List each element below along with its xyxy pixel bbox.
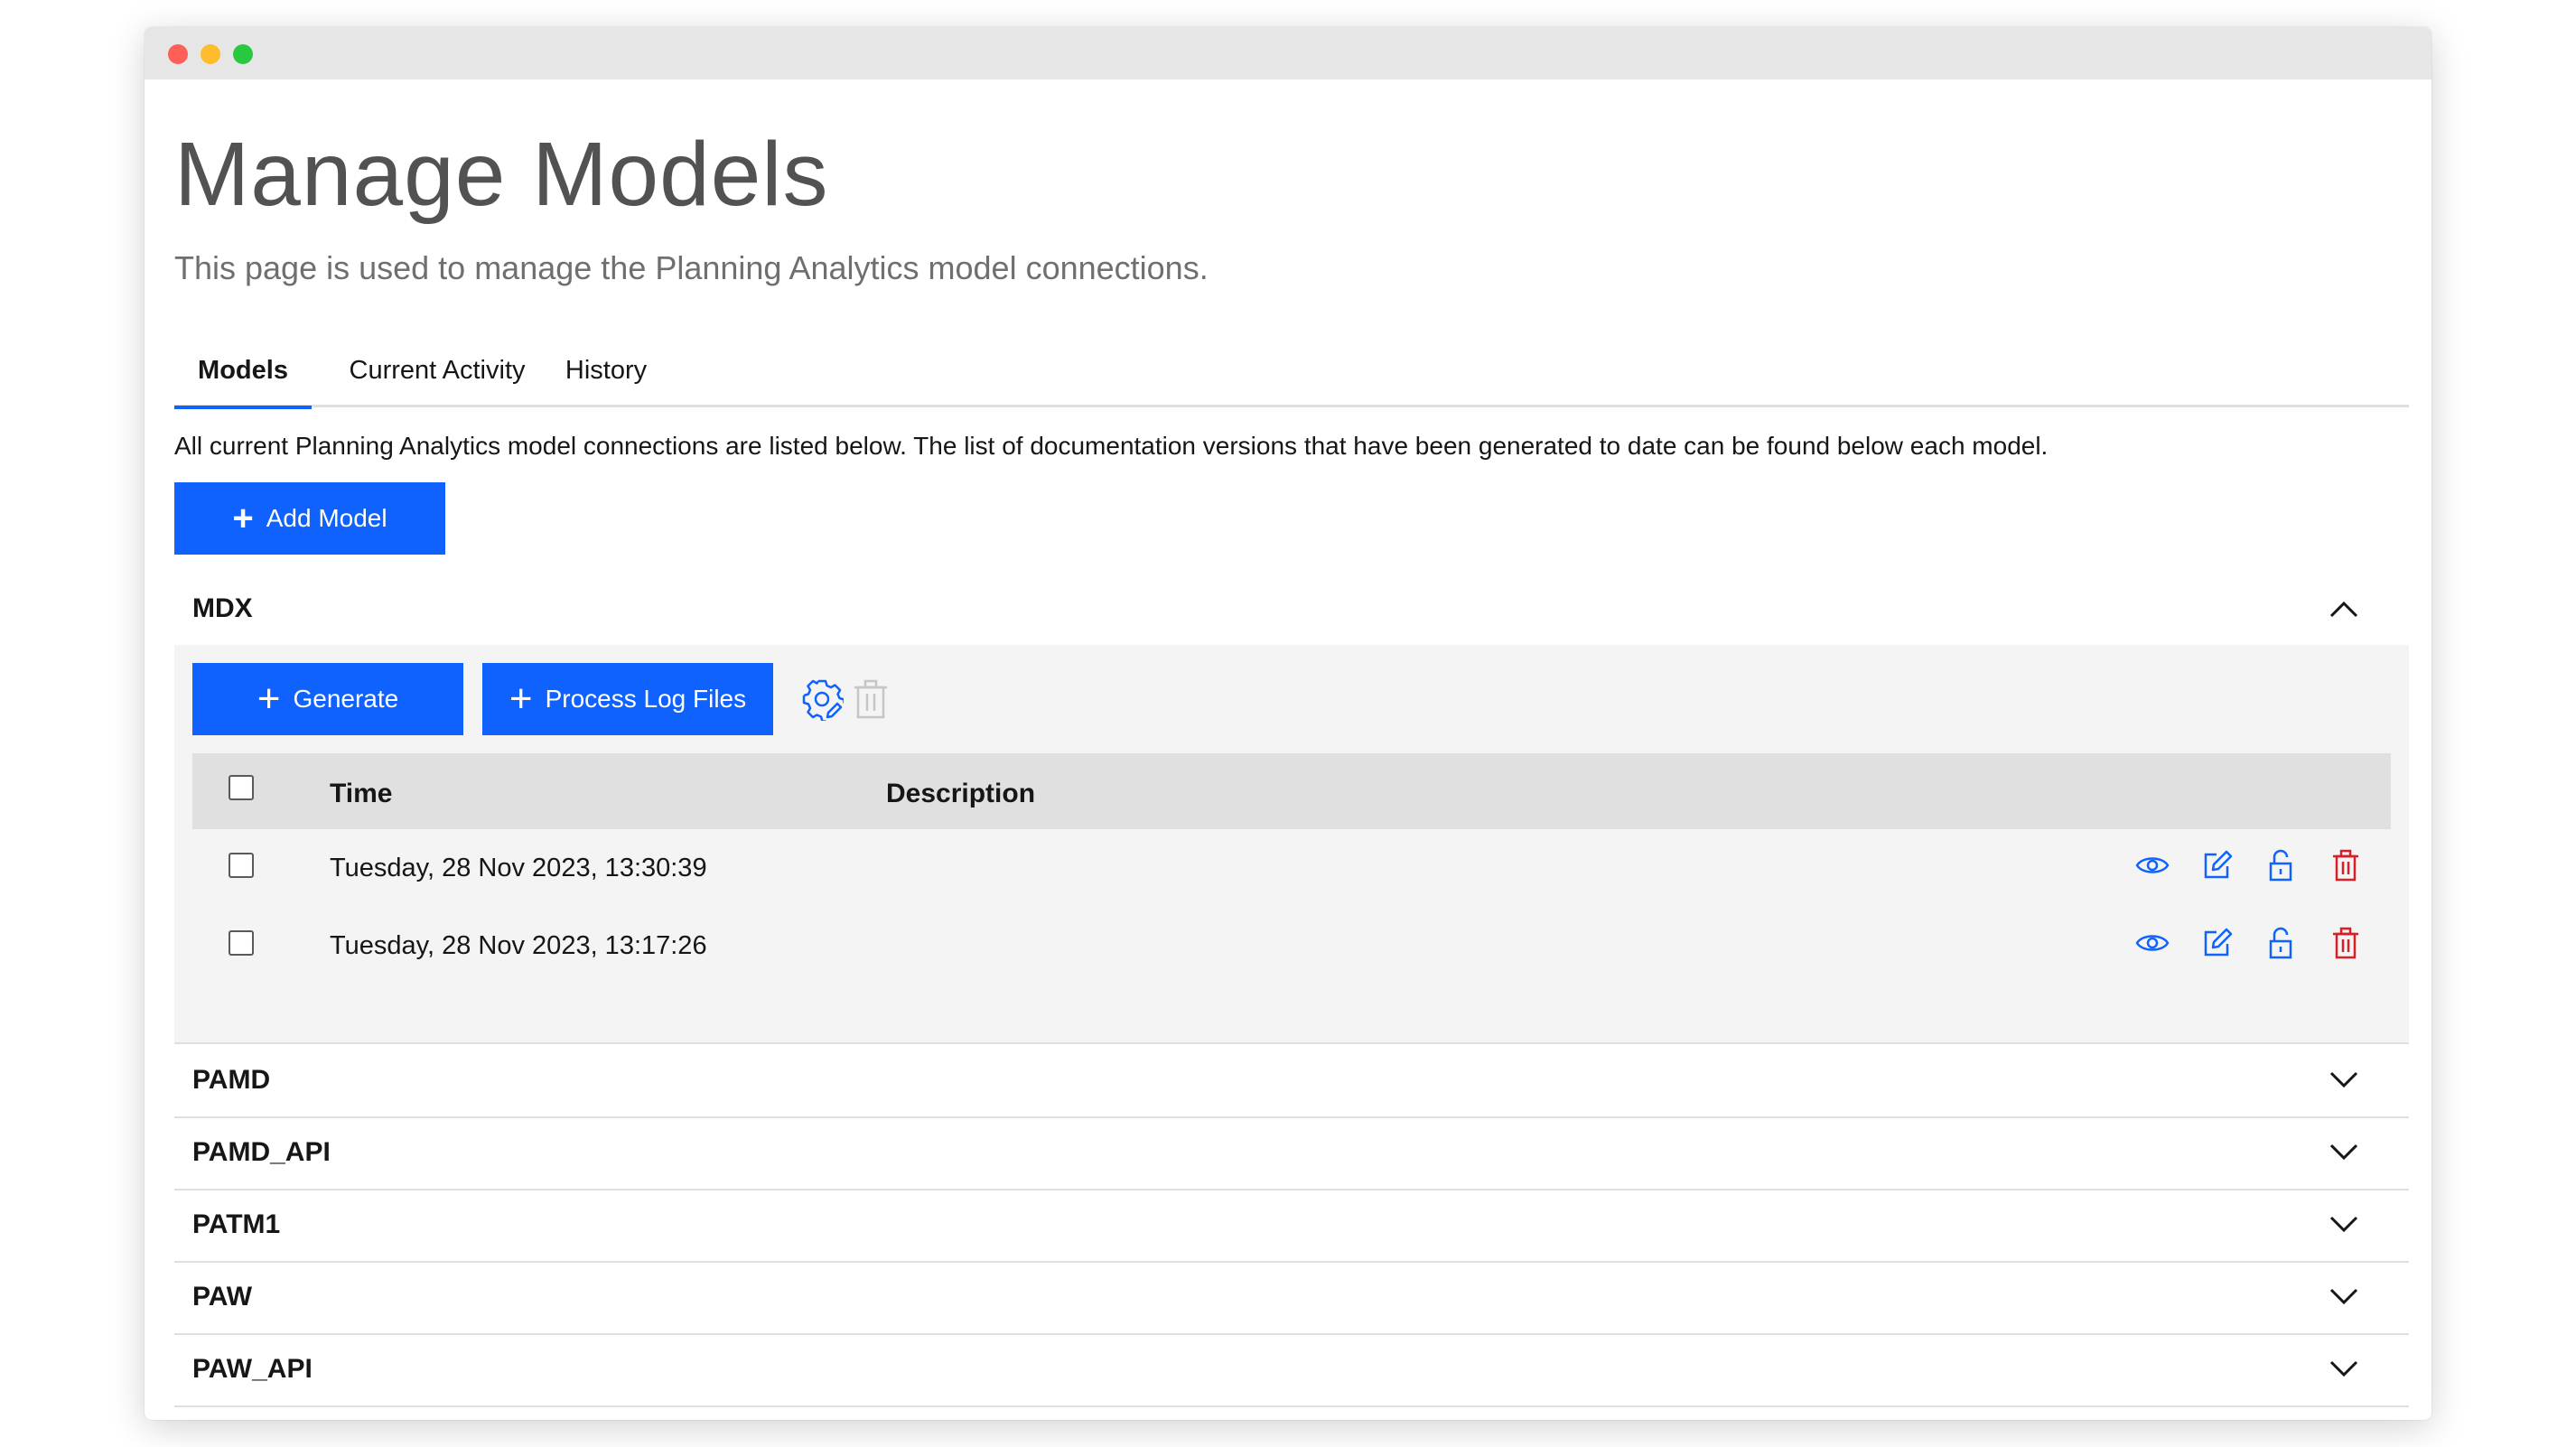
accordion-title: PAMD_API	[192, 1137, 331, 1167]
eye-icon	[2135, 935, 2170, 951]
accordion-header-pamd-api[interactable]: PAMD_API	[174, 1116, 2409, 1190]
accordion-header-pamd[interactable]: PAMD	[174, 1044, 2409, 1118]
tab-current-activity[interactable]: Current Activity	[342, 341, 532, 405]
unlock-icon	[2269, 927, 2292, 959]
table-header: Time Description	[192, 753, 2391, 829]
plus-icon: +	[509, 677, 533, 721]
unlock-icon	[2269, 849, 2292, 882]
accordion-header-patm1[interactable]: PATM1	[174, 1189, 2409, 1263]
chevron-down-icon	[2329, 1288, 2358, 1305]
add-model-button[interactable]: + Add Model	[174, 482, 445, 555]
delete-row-button[interactable]	[2328, 925, 2364, 961]
unlock-button[interactable]	[2263, 925, 2299, 961]
table-row: Tuesday, 28 Nov 2023, 13:17:26	[192, 907, 2391, 985]
tab-bar: Models Current Activity History	[174, 341, 2409, 409]
edit-icon	[2204, 928, 2233, 957]
chevron-down-icon	[2329, 1144, 2358, 1161]
edit-button[interactable]	[2199, 847, 2235, 883]
accordion-header-paw-api[interactable]: PAW_API	[174, 1333, 2409, 1407]
column-header-description: Description	[886, 779, 1036, 808]
row-time: Tuesday, 28 Nov 2023, 13:17:26	[330, 931, 707, 960]
generate-button[interactable]: + Generate	[192, 663, 463, 735]
accordion-title: PAW_API	[192, 1354, 313, 1384]
chevron-down-icon	[2329, 1216, 2358, 1233]
eye-icon	[2135, 857, 2170, 873]
minimize-window-dot[interactable]	[201, 44, 220, 64]
plus-icon: +	[232, 499, 254, 538]
plus-icon: +	[257, 677, 281, 721]
tab-history[interactable]: History	[552, 341, 660, 405]
delete-row-button[interactable]	[2328, 847, 2364, 883]
accordion-header-paw[interactable]: PAW	[174, 1261, 2409, 1335]
model-settings-button[interactable]	[797, 674, 847, 724]
tab-models[interactable]: Models	[174, 341, 312, 409]
table-row: Tuesday, 28 Nov 2023, 13:30:39	[192, 829, 2391, 907]
intro-text: All current Planning Analytics model con…	[174, 432, 2049, 460]
chevron-down-icon	[2329, 1071, 2358, 1088]
chevron-down-icon	[2329, 1360, 2358, 1377]
unlock-button[interactable]	[2263, 847, 2299, 883]
window-titlebar	[145, 27, 2431, 79]
accordion-header-mdx[interactable]: MDX	[174, 573, 2409, 647]
page-subtitle: This page is used to manage the Planning…	[174, 249, 1209, 286]
accordion-panel-mdx: + Generate + Process Log Files Time Desc…	[174, 645, 2409, 1044]
delete-model-button[interactable]	[845, 674, 896, 724]
close-window-dot[interactable]	[168, 44, 188, 64]
column-header-time: Time	[330, 779, 393, 808]
accordion-title: PATM1	[192, 1209, 281, 1239]
accordion-title: PAMD	[192, 1065, 271, 1095]
trash-icon	[854, 679, 887, 719]
accordion-title: PAW	[192, 1282, 253, 1312]
browser-window: Manage Models This page is used to manag…	[145, 27, 2431, 1420]
accordion-title: MDX	[192, 593, 253, 623]
edit-icon	[2204, 850, 2233, 879]
chevron-up-icon	[2329, 601, 2358, 618]
generate-label: Generate	[293, 685, 399, 713]
trash-icon	[2333, 849, 2358, 882]
add-model-label: Add Model	[266, 504, 387, 532]
edit-button[interactable]	[2199, 925, 2235, 961]
gear-edit-icon	[802, 679, 844, 721]
maximize-window-dot[interactable]	[233, 44, 253, 64]
page-title: Manage Models	[174, 124, 829, 225]
view-button[interactable]	[2134, 847, 2170, 883]
trash-icon	[2333, 927, 2358, 959]
row-checkbox[interactable]	[229, 930, 254, 956]
row-checkbox[interactable]	[229, 853, 254, 878]
process-log-files-label: Process Log Files	[545, 685, 747, 713]
row-time: Tuesday, 28 Nov 2023, 13:30:39	[330, 854, 707, 882]
select-all-checkbox[interactable]	[229, 775, 254, 800]
view-button[interactable]	[2134, 925, 2170, 961]
process-log-files-button[interactable]: + Process Log Files	[482, 663, 773, 735]
